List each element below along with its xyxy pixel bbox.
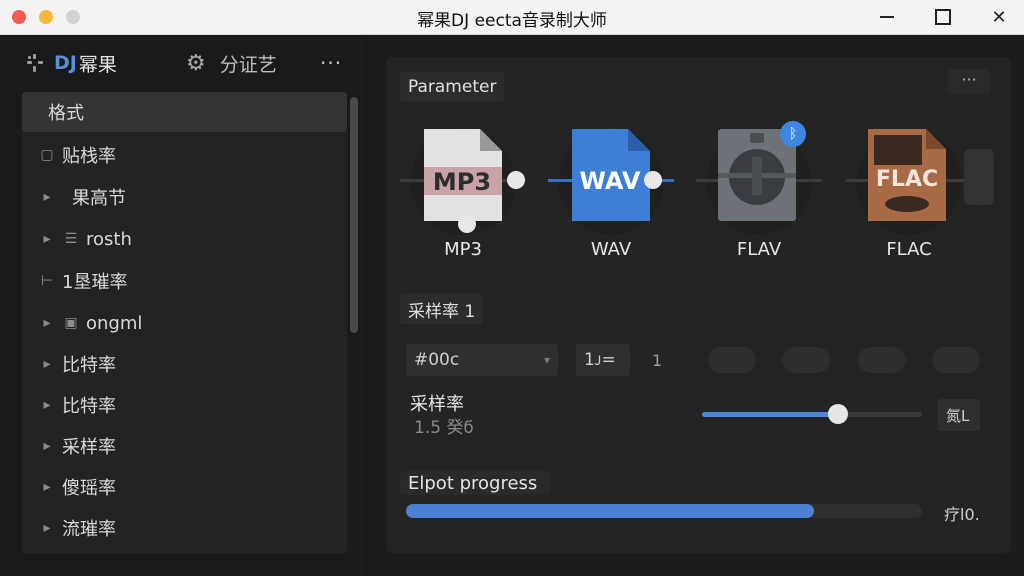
- slider-thumb[interactable]: [828, 404, 849, 424]
- list-icon: ☰: [64, 231, 78, 247]
- format-option-mp3[interactable]: MP3 MP3: [400, 127, 526, 267]
- format-handle[interactable]: [458, 215, 476, 233]
- minimize-icon[interactable]: [864, 0, 910, 34]
- chevron-right-icon: ▸: [43, 231, 51, 247]
- small-value-field[interactable]: 1ᴊ=: [576, 344, 630, 376]
- sidebar-tabs: DJ 幂果 ⚙ 分证艺 ···: [0, 35, 366, 91]
- list-item-label: 果高节: [72, 188, 126, 209]
- tab-dj[interactable]: DJ 幂果: [24, 49, 117, 77]
- format-option-flac[interactable]: FLAC FLAC: [846, 127, 972, 267]
- file-icon: ▢: [40, 147, 54, 163]
- mp3-badge: MP3: [432, 168, 492, 196]
- parameter-heading: Parameter: [400, 72, 505, 102]
- progress-label: Elpot progress: [408, 473, 538, 494]
- list-item[interactable]: ▸ 果高节: [22, 177, 347, 217]
- more-menu-button[interactable]: ···: [320, 49, 342, 77]
- title-bar: 幂果DJ eecta音录制大师 ✕: [0, 0, 1024, 35]
- list-item-label: 比特率: [62, 355, 116, 376]
- list-item-label: ongml: [86, 312, 143, 334]
- format-option-flav[interactable]: ᛒ FLAV: [696, 121, 822, 267]
- flac-badge: FLAC: [875, 167, 939, 192]
- list-item-label: rosth: [86, 228, 132, 250]
- color-code-field[interactable]: #00ϲ ▾: [406, 344, 558, 376]
- list-item-label: 格式: [48, 103, 84, 124]
- tab-dj-label: 幂果: [78, 53, 117, 76]
- parameter-panel: Parameter ··· MP3 MP3 WAV WAV ᛒ FLAV FLA…: [386, 57, 1010, 553]
- chevron-right-icon: ▸: [43, 189, 51, 205]
- collapse-icon: ⊢: [40, 273, 54, 289]
- list-item-label: 傻瑶率: [62, 478, 116, 499]
- slider-value-field[interactable]: 氮L: [938, 399, 980, 431]
- small-number: 1: [652, 351, 663, 370]
- app-window: 幂果DJ eecta音录制大师 ✕ DJ 幂果 ⚙ 分证艺 ··· 格式 ▢ 贴…: [0, 0, 1024, 576]
- sidebar-scrollbar[interactable]: [350, 97, 358, 333]
- list-item[interactable]: ⊢ 1垦​璀率: [22, 261, 347, 301]
- list-item[interactable]: ▢ 贴栈率: [22, 135, 347, 175]
- list-item[interactable]: ▸ ▣ ongml: [22, 303, 347, 343]
- maximize-icon[interactable]: [920, 0, 966, 34]
- tab-dj-prefix: DJ: [54, 52, 77, 74]
- export-progress-bar: [406, 504, 922, 518]
- chevron-down-icon: ▾: [543, 353, 550, 367]
- panel-more-button[interactable]: ···: [948, 69, 990, 95]
- list-item-format[interactable]: 格式: [22, 92, 347, 132]
- format-option-wav[interactable]: WAV WAV: [548, 127, 674, 267]
- chevron-right-icon: ▸: [43, 520, 51, 536]
- format-list: 格式 ▢ 贴栈率 ▸ 果高节 ▸ ☰ rosth ⊢ 1垦​璀率 ▸ ▣: [22, 92, 347, 554]
- wav-badge: WAV: [579, 167, 641, 195]
- sample-rate-section-heading: 采样率 1: [400, 294, 484, 324]
- list-item[interactable]: ▸ 比特率: [22, 344, 347, 384]
- format-label-wav: WAV: [590, 239, 632, 260]
- format-label-mp3: MP3: [444, 239, 482, 260]
- color-code-value: #00ϲ: [414, 350, 460, 370]
- tab-categories-label: 分证艺: [219, 53, 277, 76]
- chevron-right-icon: ▸: [43, 479, 51, 495]
- list-item[interactable]: ▸ 比特率: [22, 385, 347, 425]
- spark-icon: [27, 54, 43, 72]
- list-item[interactable]: ▸ 流璀率: [22, 508, 347, 548]
- progress-fill: [406, 504, 814, 518]
- close-icon[interactable]: ✕: [976, 0, 1022, 34]
- chevron-right-icon: ▸: [43, 397, 51, 413]
- format-handle[interactable]: [644, 171, 662, 189]
- carousel-next-button[interactable]: [964, 149, 994, 205]
- format-label-flac: FLAC: [886, 239, 932, 260]
- list-item[interactable]: ▸ 采样率: [22, 426, 347, 466]
- slider-fill: [702, 412, 839, 417]
- list-item-label: 比特率: [62, 396, 116, 417]
- wav-file-icon: WAV: [570, 127, 650, 223]
- chevron-right-icon: ▸: [43, 438, 51, 454]
- list-item-label: 贴栈率: [62, 146, 116, 167]
- toggle-pill[interactable]: [782, 347, 830, 373]
- toggle-pill[interactable]: [932, 347, 980, 373]
- device-icon: ▣: [64, 315, 78, 331]
- mp3-file-icon: MP3: [422, 127, 502, 223]
- toggle-pill[interactable]: [858, 347, 906, 373]
- sample-rate-slider[interactable]: [702, 404, 922, 424]
- toggle-pill[interactable]: [708, 347, 756, 373]
- sidebar: DJ 幂果 ⚙ 分证艺 ··· 格式 ▢ 贴栈率 ▸ 果高节 ▸ ☰ rosth…: [0, 35, 367, 576]
- list-item-label: 1垦​璀率: [62, 272, 128, 293]
- list-item-label: 流璀率: [62, 519, 116, 540]
- tab-categories[interactable]: ⚙ 分证艺: [186, 49, 277, 77]
- sample-rate-value: 1.5 癸ϭ: [414, 418, 474, 438]
- list-item[interactable]: ▸ ☰ rosth: [22, 219, 347, 259]
- chevron-right-icon: ▸: [43, 315, 51, 331]
- format-label-flav: FLAV: [736, 239, 782, 260]
- progress-side-text: 疗l0.: [944, 505, 980, 524]
- format-handle[interactable]: [507, 171, 525, 189]
- gear-icon: ⚙: [186, 50, 206, 76]
- chevron-right-icon: ▸: [43, 356, 51, 372]
- flac-file-icon: FLAC: [866, 127, 948, 223]
- list-item-label: 采样率: [62, 437, 116, 458]
- list-item[interactable]: ▸ 傻瑶率: [22, 467, 347, 507]
- bluetooth-icon: ᛒ: [780, 121, 806, 147]
